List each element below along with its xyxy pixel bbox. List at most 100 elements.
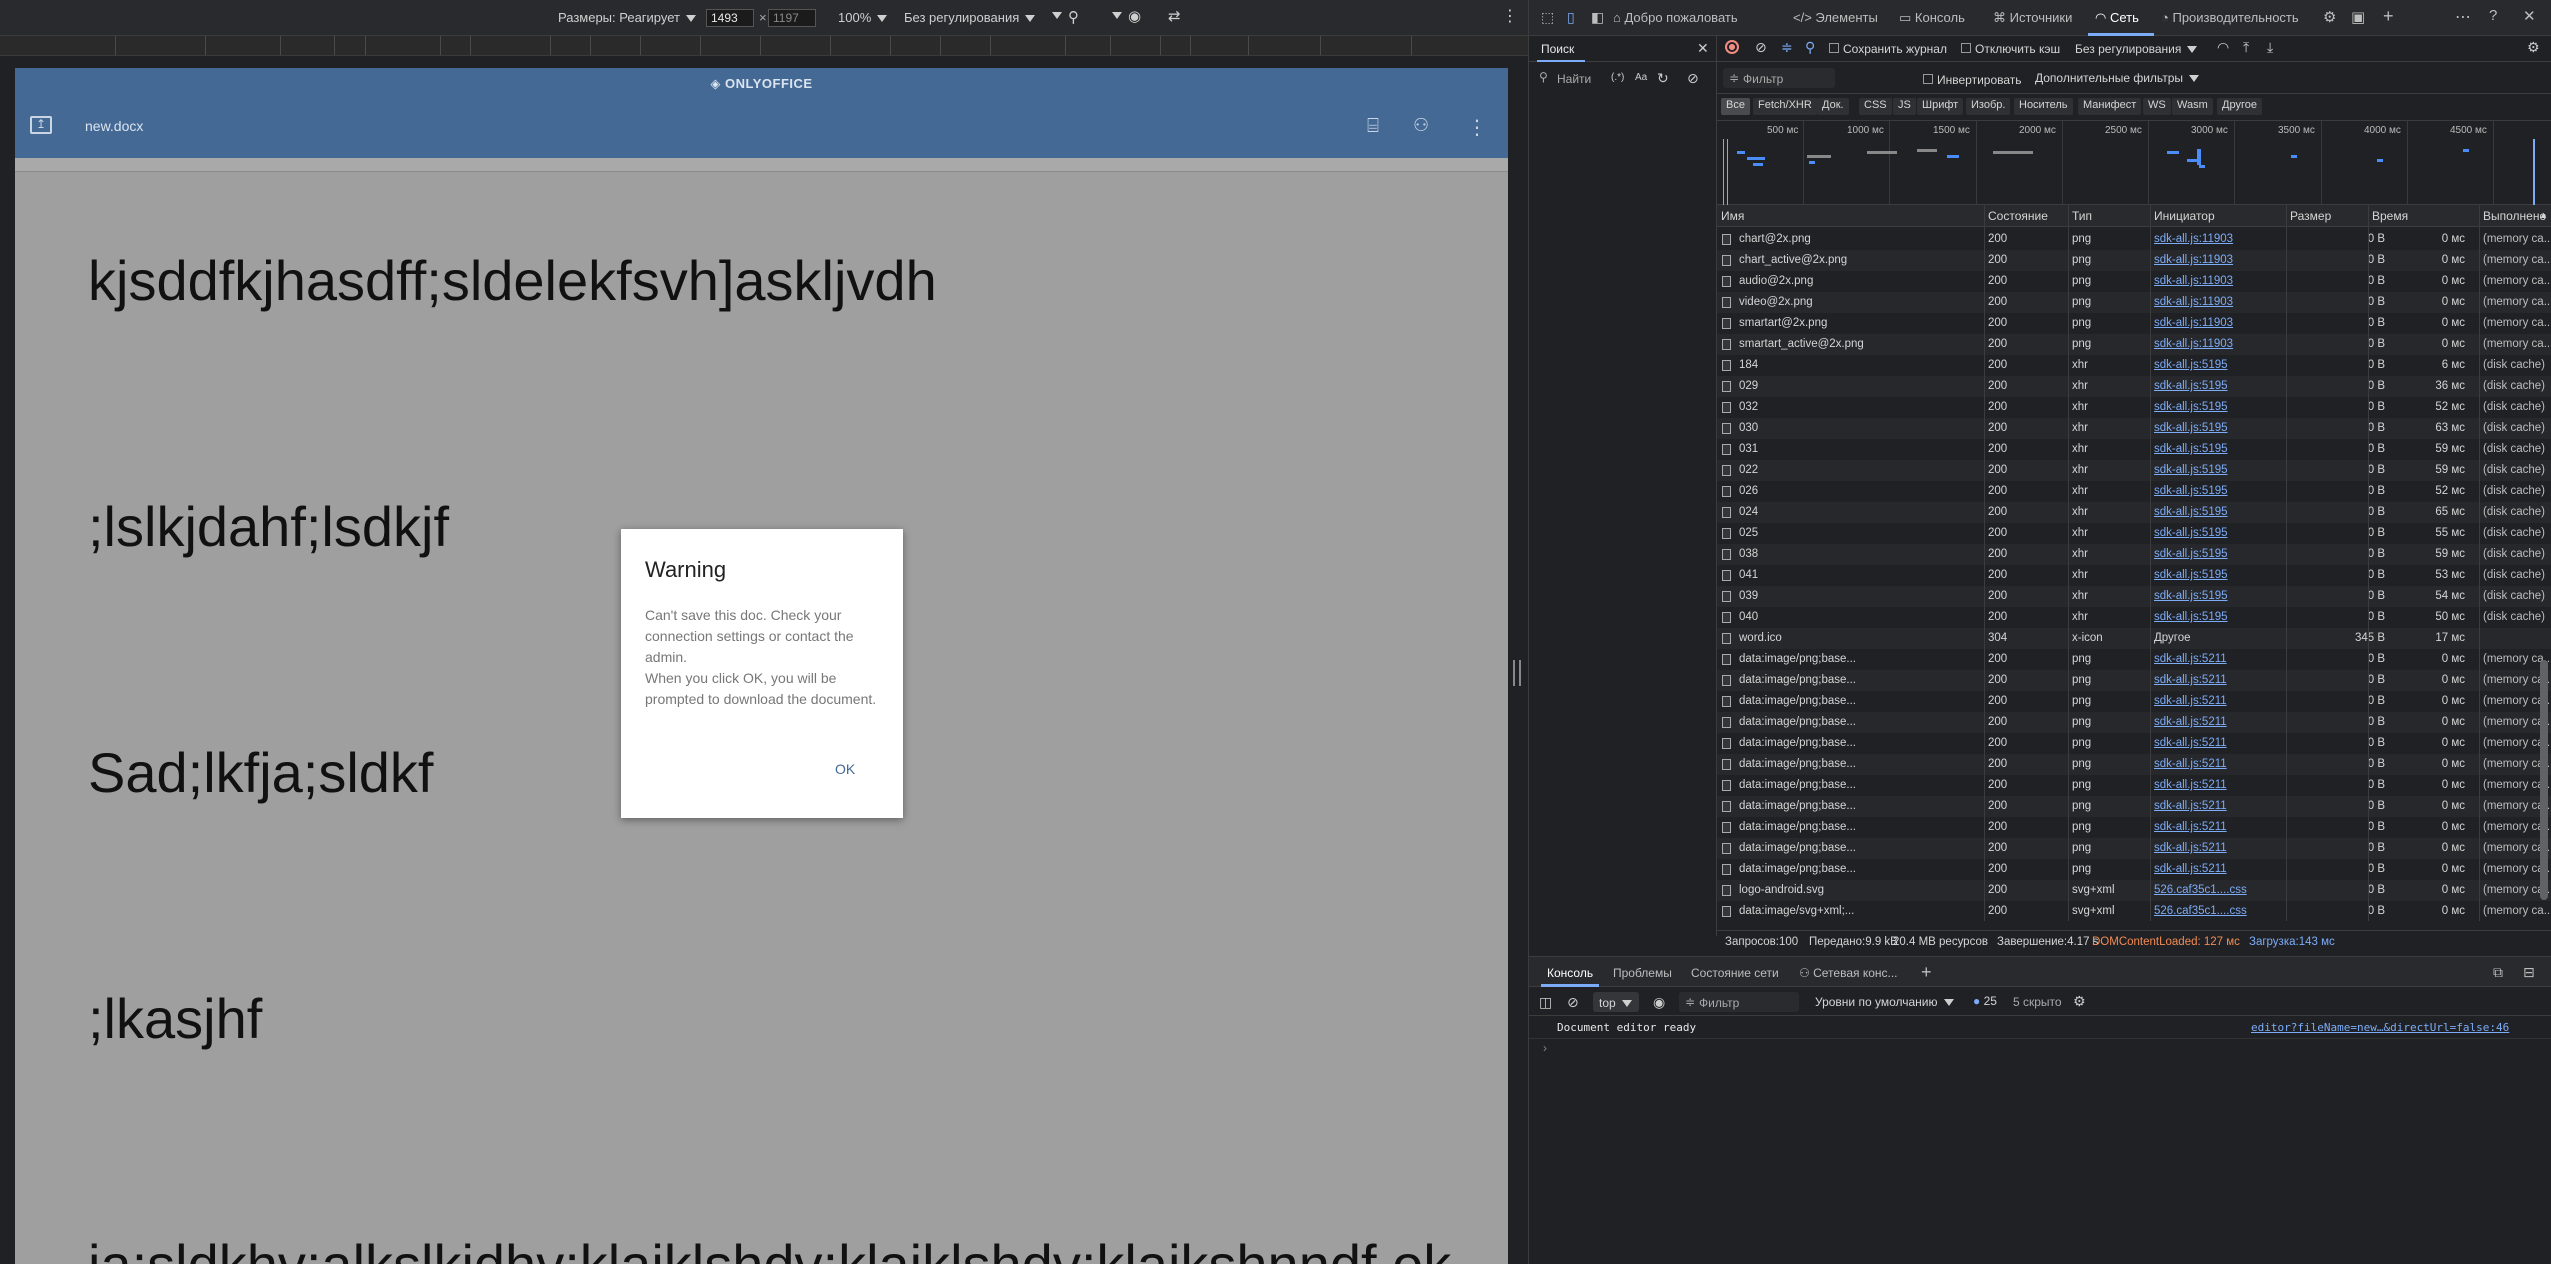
back-folder-icon[interactable]: ↥ [30, 116, 52, 134]
type-filter-doc[interactable]: Док. [1817, 98, 1849, 115]
search-network-icon[interactable]: ⚲ [1805, 39, 1815, 56]
request-initiator[interactable]: sdk-all.js:5211 [2154, 842, 2284, 854]
document-paragraph[interactable]: ;lslkjdahf;lsdkjf [88, 494, 449, 559]
close-devtools-icon[interactable]: ✕ [2523, 7, 2536, 25]
table-scrollbar[interactable] [2540, 660, 2548, 900]
request-initiator[interactable]: sdk-all.js:5211 [2154, 737, 2284, 749]
document-paragraph[interactable]: kjsddfkjhasdff;sldelekfsvh]askljvdh [88, 248, 937, 313]
width-input[interactable]: 1493 [706, 9, 754, 27]
add-drawer-tab-icon[interactable]: + [1921, 962, 1932, 983]
dock-icon[interactable]: ◧ [1591, 9, 1604, 26]
type-filter-img[interactable]: Изобр. [1966, 98, 2011, 115]
issues-counter[interactable]: ● 25 [1973, 994, 1997, 1008]
request-initiator[interactable]: sdk-all.js:5211 [2154, 716, 2284, 728]
table-row[interactable]: data:image/png;base... 200 png sdk-all.js:5… [1717, 817, 2551, 838]
table-row[interactable]: 038 200 xhr sdk-all.js:5195 0 B 59 мс (disk ca… [1717, 544, 2551, 565]
more-filters-dropdown[interactable]: Дополнительные фильтры [2035, 71, 2199, 85]
more-options-icon[interactable]: ⋮ [1502, 6, 1518, 26]
table-row[interactable]: chart@2x.png 200 png sdk-all.js:11903 0 B0 м… [1717, 229, 2551, 250]
table-row[interactable]: 039 200 xhr sdk-all.js:5195 0 B 54 мс (disk ca… [1717, 586, 2551, 607]
regex-toggle[interactable]: (.*) [1611, 72, 1624, 83]
request-initiator[interactable]: sdk-all.js:11903 [2154, 317, 2284, 329]
import-har-icon[interactable]: ⤒ [2243, 39, 2249, 56]
height-input[interactable]: 1197 [768, 9, 816, 27]
record-icon[interactable] [1725, 40, 1739, 54]
table-row[interactable]: chart_active@2x.png 200 png sdk-all.js:1190… [1717, 250, 2551, 271]
tab-welcome[interactable]: ⌂ Добро пожаловать [1613, 10, 1738, 25]
table-row[interactable]: audio@2x.png 200 png sdk-all.js:11903 0 B0 м… [1717, 271, 2551, 292]
request-initiator[interactable]: sdk-all.js:5195 [2154, 359, 2284, 371]
request-initiator[interactable]: sdk-all.js:11903 [2154, 275, 2284, 287]
live-expression-eye-icon[interactable]: ◉ [1653, 994, 1665, 1011]
column-name[interactable]: Имя [1721, 209, 1744, 223]
request-initiator[interactable]: sdk-all.js:5195 [2154, 548, 2284, 560]
zoom-dropdown[interactable]: 100% [838, 10, 887, 25]
request-initiator[interactable]: sdk-all.js:5211 [2154, 863, 2284, 875]
request-initiator[interactable]: sdk-all.js:5195 [2154, 569, 2284, 581]
table-row[interactable]: data:image/png;base... 200 png sdk-all.js:5… [1717, 838, 2551, 859]
ok-button[interactable]: OK [835, 761, 855, 777]
close-search-icon[interactable]: ✕ [1697, 40, 1709, 57]
table-row[interactable]: 184 200 xhr sdk-all.js:5195 0 B6 мс (disk cac… [1717, 355, 2551, 376]
help-icon[interactable]: ? [2489, 7, 2497, 24]
request-initiator[interactable]: sdk-all.js:5195 [2154, 590, 2284, 602]
column-initiator[interactable]: Инициатор [2154, 209, 2215, 223]
document-paragraph[interactable]: Sad;lkfja;sldkf [88, 740, 434, 805]
request-initiator[interactable]: sdk-all.js:5211 [2154, 779, 2284, 791]
request-initiator[interactable]: sdk-all.js:5195 [2154, 422, 2284, 434]
type-filter-js[interactable]: JS [1893, 98, 1916, 115]
tab-network[interactable]: ◠ Сеть [2095, 10, 2139, 26]
refresh-icon[interactable]: ↻ [1657, 70, 1669, 87]
network-throttling-dropdown[interactable]: Без регулирования [2075, 42, 2197, 56]
console-filter-input[interactable]: ≑ Фильтр [1679, 992, 1799, 1012]
sensor-icon[interactable]: ⚲ [1068, 8, 1079, 26]
table-row[interactable]: 029 200 xhr sdk-all.js:5195 0 B 36 мс (disk ca… [1717, 376, 2551, 397]
sensor-dropdown[interactable]: . [1106, 12, 1122, 19]
table-row[interactable]: data:image/svg+xml;... 200 svg+xml 526.caf3… [1717, 901, 2551, 922]
mobile-view-icon[interactable]: ⌸ [1367, 115, 1379, 138]
table-row[interactable]: data:image/png;base... 200 png sdk-all.js:5… [1717, 796, 2551, 817]
tab-performance[interactable]: ◔ Производительность [2161, 10, 2299, 25]
request-initiator[interactable]: sdk-all.js:5211 [2154, 674, 2284, 686]
table-row[interactable]: logo-android.svg 200 svg+xml 526.caf35c1...… [1717, 880, 2551, 901]
table-row[interactable]: 041 200 xhr sdk-all.js:5195 0 B 53 мс (disk ca… [1717, 565, 2551, 586]
request-initiator[interactable]: 526.caf35c1....css [2154, 884, 2284, 896]
request-initiator[interactable]: sdk-all.js:5195 [2154, 485, 2284, 497]
request-initiator[interactable]: sdk-all.js:5211 [2154, 800, 2284, 812]
dimensions-dropdown[interactable]: Размеры: Реагирует [558, 10, 696, 25]
table-row[interactable]: 025 200 xhr sdk-all.js:5195 0 B 55 мс (disk ca… [1717, 523, 2551, 544]
type-filter-font[interactable]: Шрифт [1917, 98, 1964, 115]
table-row[interactable]: word.ico 304 x-icon Другое 345 B 17 мс [1717, 628, 2551, 649]
type-filter-manifest[interactable]: Манифест [2078, 98, 2142, 115]
table-row[interactable]: video@2x.png 200 png sdk-all.js:11903 0 B0 м… [1717, 292, 2551, 313]
table-row[interactable]: 022 200 xhr sdk-all.js:5195 0 B 59 мс (disk ca… [1717, 460, 2551, 481]
table-row[interactable]: data:image/png;base... 200 png sdk-all.js:5… [1717, 754, 2551, 775]
disable-cache-checkbox[interactable] [1961, 43, 1971, 53]
new-tab-icon[interactable]: ▣ [2351, 8, 2365, 26]
column-fulfilled[interactable]: Выполнено [2483, 209, 2546, 223]
clear-icon[interactable]: ⊘ [1687, 70, 1699, 87]
more-tabs-icon[interactable]: ⋯ [2455, 7, 2471, 27]
drawer-tab-network-conditions[interactable]: Состояние сети [1691, 966, 1779, 980]
users-icon[interactable]: ⚇ [1413, 115, 1429, 136]
inspect-icon[interactable]: ⬚ [1541, 9, 1554, 26]
request-initiator[interactable]: sdk-all.js:5195 [2154, 380, 2284, 392]
type-filter-all[interactable]: Все [1721, 98, 1750, 115]
console-settings-icon[interactable]: ⚙ [2073, 993, 2086, 1010]
type-filter-media[interactable]: Носитель [2014, 98, 2073, 115]
table-row[interactable]: data:image/png;base... 200 png sdk-all.js:5… [1717, 775, 2551, 796]
drawer-tab-issues[interactable]: Проблемы [1613, 966, 1672, 980]
network-conditions-icon[interactable]: ◠ [2217, 39, 2229, 56]
request-initiator[interactable]: sdk-all.js:5195 [2154, 464, 2284, 476]
search-input[interactable]: ⚲ Найти (.*) Aa [1535, 68, 1665, 88]
table-row[interactable]: 026 200 xhr sdk-all.js:5195 0 B 52 мс (disk ca… [1717, 481, 2551, 502]
request-initiator[interactable]: sdk-all.js:5211 [2154, 653, 2284, 665]
table-row[interactable]: smartart_active@2x.png 200 png sdk-all.js:1… [1717, 334, 2551, 355]
column-status[interactable]: Состояние [1988, 209, 2048, 223]
viewport-resize-handle[interactable] [1513, 660, 1521, 686]
type-filter-fetch[interactable]: Fetch/XHR [1753, 98, 1817, 115]
column-time[interactable]: Время [2372, 209, 2408, 223]
rotate-icon[interactable]: ⇄ [1168, 7, 1181, 25]
table-row[interactable]: 032 200 xhr sdk-all.js:5195 0 B 52 мс (disk ca… [1717, 397, 2551, 418]
timeline-selection-edge[interactable] [2533, 139, 2535, 205]
